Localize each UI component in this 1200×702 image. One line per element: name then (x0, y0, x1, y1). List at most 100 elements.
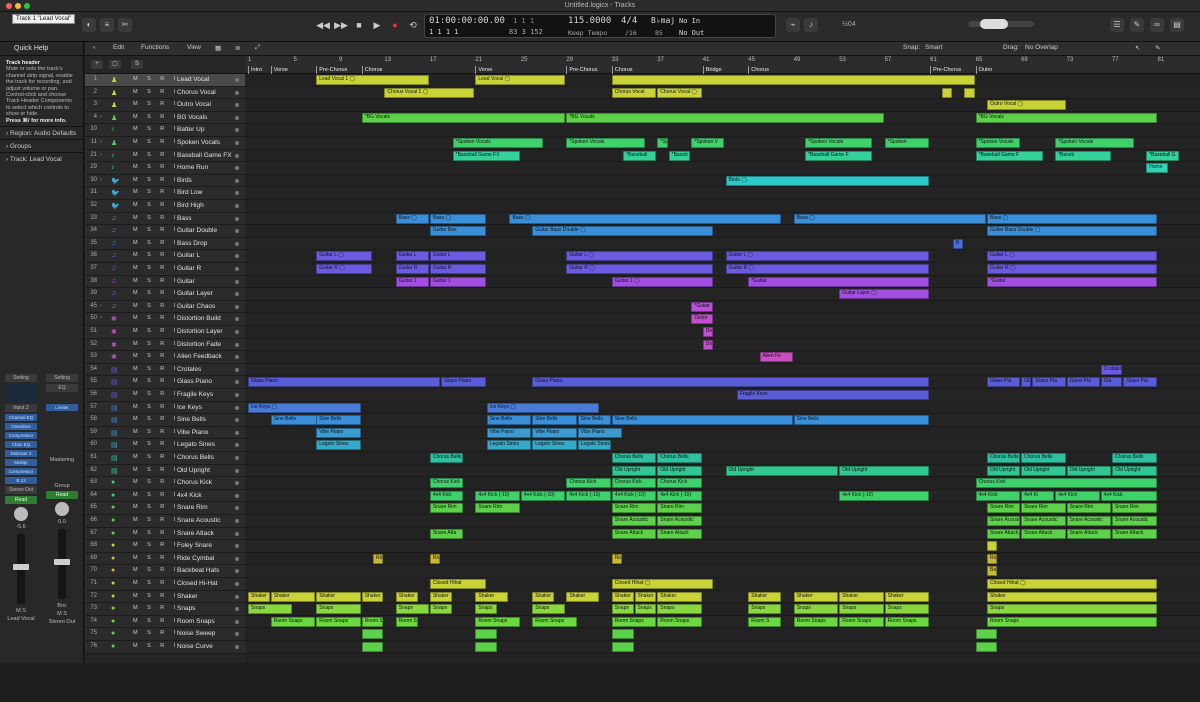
track-header[interactable]: 57 ▤ M S R I Ice Keys (85, 401, 245, 415)
track-lane[interactable] (245, 389, 1200, 402)
track-name[interactable]: Alien Feedback (177, 353, 222, 360)
track-name[interactable]: Snare Rim (177, 504, 208, 511)
region[interactable]: Chorus Kick (975, 478, 1157, 489)
folder-icon[interactable]: ▢ (109, 60, 121, 69)
track-header[interactable]: 21 › ♪ M S R I Baseball Game FX (85, 149, 245, 163)
plugin-slot[interactable]: Chan EQ (5, 441, 37, 448)
track-msri-buttons[interactable]: M S R I (133, 504, 179, 510)
region[interactable]: Lead Vocal 1 ◯ (316, 75, 429, 85)
track-name[interactable]: Chorus Kick (177, 479, 212, 486)
track-header[interactable]: 73 ● M S R I Snaps (85, 603, 245, 616)
region[interactable]: Glass Pia (1032, 377, 1066, 388)
track-msri-buttons[interactable]: M S R I (133, 152, 179, 158)
track-name[interactable]: BG Vocals (177, 114, 207, 121)
arrange-area[interactable]: 1 5 9 13 17 21 25 29 33 37 41 45 49 53 57 61 65 69 73 77 81 I… (245, 56, 1200, 663)
track-inspector[interactable]: › Track: Lead Vocal (0, 152, 83, 165)
track-name[interactable]: Distortion Build (177, 315, 221, 322)
track-icon[interactable]: ♟ (111, 89, 117, 97)
eq-button[interactable]: EQ (46, 384, 78, 392)
region[interactable]: Room Snaps (270, 616, 316, 627)
region[interactable]: Legato Sines (577, 440, 611, 451)
track-msri-buttons[interactable]: M S R I (133, 492, 179, 498)
lcd-display[interactable]: 01:00:00:00.00 1 1 1 1 1 1 1 83 3 152 11… (424, 14, 776, 38)
disclosure-icon[interactable]: › (100, 303, 102, 309)
track-header[interactable]: 4 › ♟ M S R I BG Vocals (85, 111, 245, 125)
rewind-icon[interactable]: ◀◀ (316, 18, 330, 32)
region[interactable]: Snare Acoustic (986, 516, 1021, 526)
track-icon[interactable]: ♟ (111, 76, 117, 84)
region[interactable]: Shaker (270, 591, 316, 602)
global-solo-icon[interactable]: S (131, 60, 143, 69)
track-header[interactable]: 53 ✱ M S R I Alien Feedback (85, 351, 245, 364)
track-header[interactable]: 1 ♟ M S R I Lead Vocal (85, 74, 245, 87)
region[interactable]: Fragile Keys (736, 390, 930, 400)
track-header[interactable]: 2 ♟ M S R I Chorus Vocal (85, 86, 245, 100)
region[interactable]: Snare Attack (1021, 528, 1066, 539)
track-icon[interactable]: ♫ (111, 290, 116, 297)
track-icon[interactable]: ● (111, 567, 115, 574)
region[interactable]: 4x4 Kick (1100, 490, 1157, 501)
region[interactable]: 4x4 Kick (-10) (839, 490, 930, 501)
track-icon[interactable]: ▤ (111, 454, 118, 462)
track-lane[interactable] (245, 300, 1200, 314)
region[interactable]: Shaker (395, 591, 418, 602)
track-icon[interactable]: 🐦 (111, 202, 120, 210)
region[interactable]: Room Snaps (793, 616, 839, 627)
track-icon[interactable]: ✱ (111, 328, 117, 336)
view-menu[interactable]: View (187, 44, 201, 51)
region[interactable]: Rid (986, 553, 998, 564)
region[interactable]: Snare Attack (986, 528, 1021, 539)
track-header[interactable]: 59 ▤ M S R I Vibe Piano (85, 426, 245, 440)
track-header[interactable]: 10 ♪ M S R I Batter Up (85, 124, 245, 137)
region[interactable]: Ice Keys ◯ (248, 402, 361, 413)
catch-icon[interactable]: ⤢ (255, 44, 260, 52)
region[interactable]: 4x4 Ki (1021, 490, 1055, 501)
region[interactable]: Glass Pia (1066, 377, 1100, 388)
track-icon[interactable]: ▤ (111, 467, 118, 475)
arrangement-marker[interactable]: Verse (270, 66, 288, 74)
region[interactable]: Snare Rim (475, 503, 520, 514)
region[interactable]: Sine Bells (611, 415, 793, 426)
track-name[interactable]: Closed Hi-Hat (177, 580, 217, 587)
region[interactable]: Shaker (657, 591, 702, 602)
track-header[interactable]: 71 ● M S R I Closed Hi-Hat (85, 578, 245, 591)
region[interactable]: Snaps (986, 604, 1157, 615)
region[interactable]: Outro Vocal ◯ (986, 100, 1066, 111)
track-header[interactable]: 34 ♫ M S R I Guitar Double (85, 225, 245, 238)
editors-icon[interactable]: ✂ (118, 18, 132, 32)
region[interactable]: Room S (748, 616, 782, 627)
track-icon[interactable]: ♫ (111, 252, 116, 259)
track-msri-buttons[interactable]: M S R I (133, 353, 179, 359)
region[interactable]: Snare Acoustic (611, 516, 657, 526)
track-msri-buttons[interactable]: M S R I (133, 164, 179, 170)
track-msri-buttons[interactable]: M S R I (133, 378, 179, 384)
track-name[interactable]: Chorus Bells (177, 454, 214, 461)
region[interactable]: *Guitar (691, 301, 714, 312)
track-name[interactable]: Snaps (177, 605, 195, 612)
track-lane[interactable] (245, 439, 1200, 452)
region-inspector[interactable]: › Region: Audio Defaults (0, 126, 83, 139)
track-header[interactable]: 36 ♫ M S R I Guitar L (85, 250, 245, 263)
region[interactable]: *Baseball Game FX (452, 150, 520, 161)
region[interactable]: Room Snaps (657, 616, 702, 627)
region[interactable]: Shaker (839, 591, 884, 602)
group-label[interactable]: Group (43, 483, 81, 489)
region[interactable]: Snare Rim (986, 503, 1021, 514)
region[interactable]: Rid (611, 553, 623, 564)
track-name[interactable]: Outro Vocal (177, 101, 211, 108)
track-header[interactable]: 69 ● M S R I Ride Cymbal (85, 552, 245, 566)
region[interactable]: Guitar Bass Double ◯ (986, 226, 1157, 237)
track-msri-buttons[interactable]: M S R I (133, 126, 179, 132)
region[interactable]: Shaker (316, 591, 361, 602)
region[interactable] (361, 642, 384, 652)
region[interactable]: Shaker (634, 591, 657, 602)
region[interactable]: Shaker (566, 591, 600, 602)
region[interactable]: Vibe Piano (316, 427, 361, 438)
region[interactable]: Snaps (884, 604, 930, 615)
region[interactable]: Guitar L ◯ (986, 251, 1157, 262)
track-header[interactable]: 72 ● M S R I Shaker (85, 590, 245, 604)
master-volume-knob[interactable] (980, 19, 1008, 29)
edit-menu[interactable]: Edit (113, 44, 124, 51)
region[interactable]: Sine Bells (486, 415, 532, 426)
track-name[interactable]: Bird Low (177, 189, 202, 196)
